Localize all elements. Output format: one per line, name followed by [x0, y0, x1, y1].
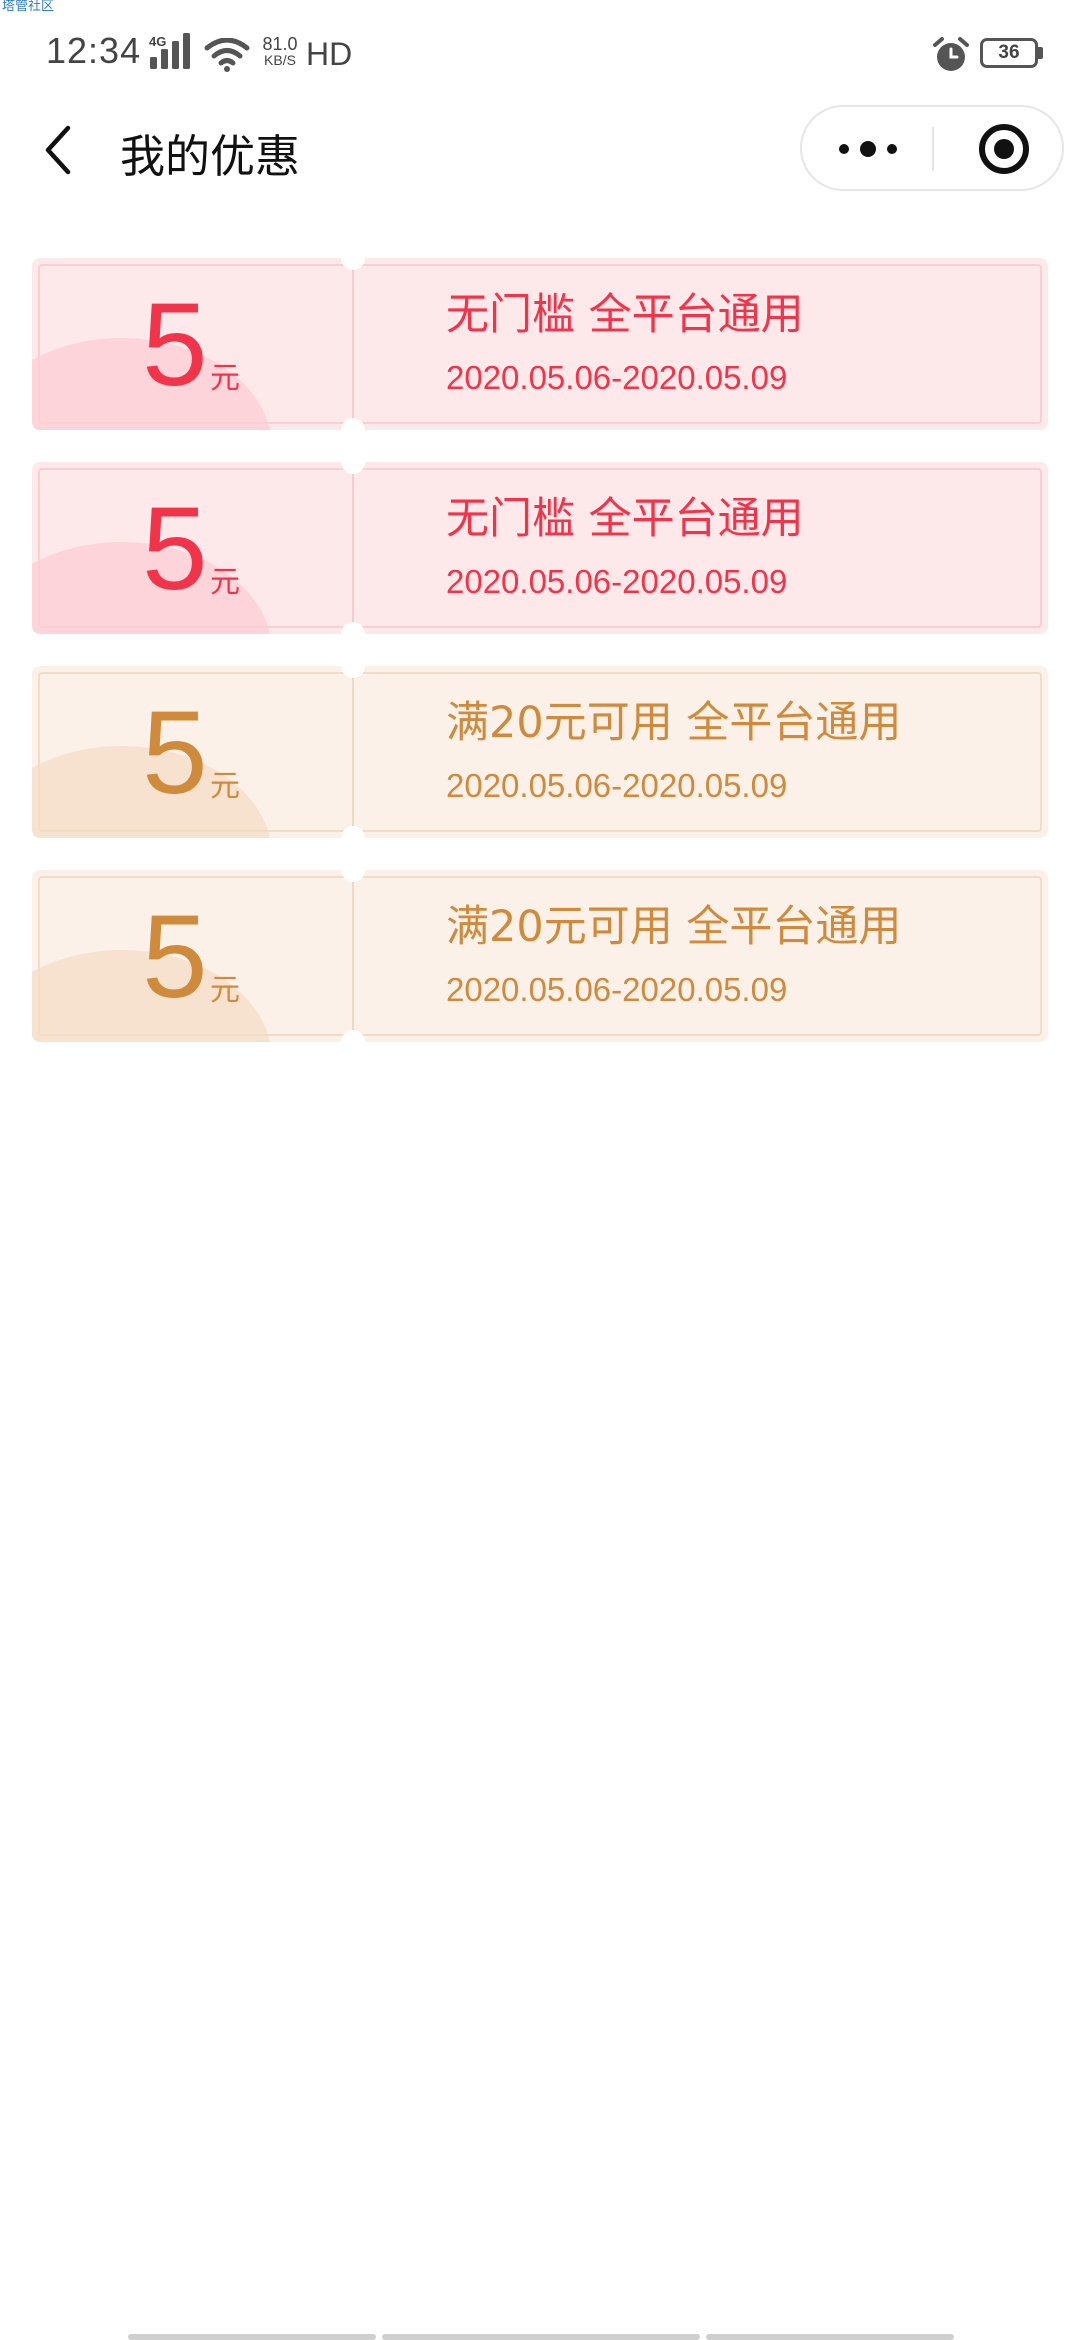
coupon-unit: 元 — [210, 769, 240, 804]
coupon-unit: 元 — [210, 565, 240, 600]
back-arrow-icon[interactable] — [40, 122, 80, 178]
wifi-icon — [204, 38, 250, 72]
close-target-icon[interactable] — [968, 107, 1040, 189]
coupon-condition: 满20元可用 全平台通用 — [446, 698, 902, 748]
coupon-notch-top — [341, 870, 365, 882]
coupon-list: 5 元 无门槛 全平台通用 2020.05.06-2020.05.09 5 元 … — [32, 258, 1048, 1074]
coupon-card[interactable]: 5 元 无门槛 全平台通用 2020.05.06-2020.05.09 — [32, 462, 1048, 634]
battery-icon: 36 — [980, 38, 1038, 68]
coupon-amount: 5 — [142, 279, 208, 411]
coupon-card[interactable]: 5 元 无门槛 全平台通用 2020.05.06-2020.05.09 — [32, 258, 1048, 430]
coupon-amount: 5 — [142, 891, 208, 1023]
coupon-condition: 无门槛 全平台通用 — [446, 290, 804, 340]
status-time: 12:34 — [46, 30, 142, 71]
coupon-notch-bottom — [341, 418, 365, 430]
coupon-card[interactable]: 5 元 满20元可用 全平台通用 2020.05.06-2020.05.09 — [32, 870, 1048, 1042]
page: 塔管社区 12:34 4G 81.0 KB/S HD 36 我的优惠 5 元 无… — [0, 0, 1080, 2340]
coupon-notch-top — [341, 666, 365, 678]
coupon-notch-bottom — [341, 622, 365, 634]
coupon-validity: 2020.05.06-2020.05.09 — [446, 971, 788, 1008]
coupon-unit: 元 — [210, 973, 240, 1008]
signal-icon — [150, 33, 190, 69]
coupon-notch-top — [341, 258, 365, 270]
coupon-condition: 满20元可用 全平台通用 — [446, 902, 902, 952]
gesture-bar-right — [706, 2334, 954, 2340]
status-bar: 12:34 4G 81.0 KB/S HD 36 — [0, 0, 1080, 110]
coupon-notch-bottom — [341, 826, 365, 838]
coupon-separator — [352, 268, 354, 420]
more-dots-icon[interactable] — [828, 107, 908, 189]
network-speed: 81.0 KB/S — [258, 34, 302, 68]
page-title: 我的优惠 — [120, 130, 301, 183]
battery-tip — [1038, 47, 1043, 59]
gesture-bar-left — [128, 2334, 376, 2340]
speed-unit: KB/S — [264, 52, 296, 68]
coupon-notch-bottom — [341, 1030, 365, 1042]
coupon-validity: 2020.05.06-2020.05.09 — [446, 563, 788, 600]
coupon-separator — [352, 880, 354, 1032]
coupon-card[interactable]: 5 元 满20元可用 全平台通用 2020.05.06-2020.05.09 — [32, 666, 1048, 838]
coupon-amount: 5 — [142, 687, 208, 819]
coupon-separator — [352, 676, 354, 828]
hd-indicator: HD — [306, 36, 353, 72]
mini-program-capsule — [800, 105, 1064, 191]
speed-value: 81.0 — [262, 34, 298, 54]
coupon-unit: 元 — [210, 361, 240, 396]
coupon-validity: 2020.05.06-2020.05.09 — [446, 359, 788, 396]
alarm-icon — [933, 37, 969, 71]
coupon-condition: 无门槛 全平台通用 — [446, 494, 804, 544]
capsule-divider — [932, 127, 934, 171]
coupon-separator — [352, 472, 354, 624]
coupon-amount: 5 — [142, 483, 208, 615]
gesture-bar-center — [382, 2334, 700, 2340]
coupon-validity: 2020.05.06-2020.05.09 — [446, 767, 788, 804]
coupon-notch-top — [341, 462, 365, 474]
